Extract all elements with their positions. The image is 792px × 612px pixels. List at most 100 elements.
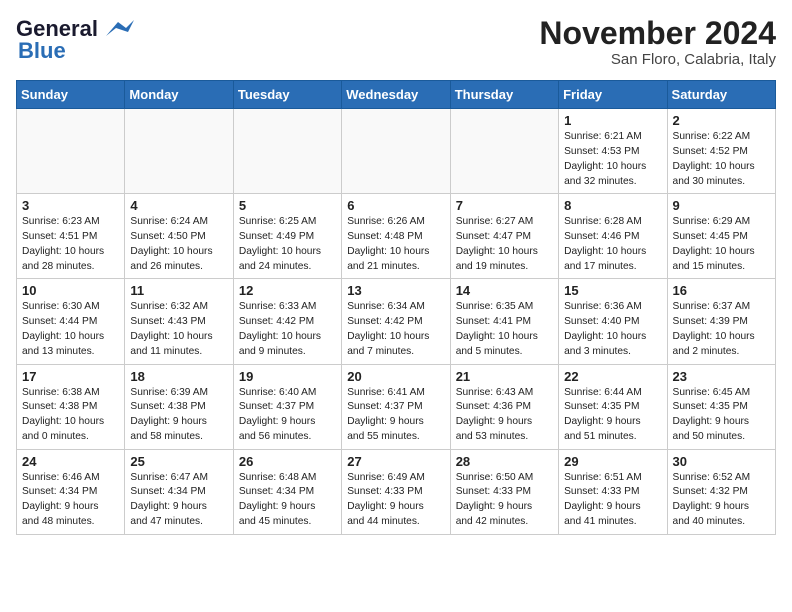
- calendar-cell: 3Sunrise: 6:23 AMSunset: 4:51 PMDaylight…: [17, 194, 125, 279]
- weekday-header-wednesday: Wednesday: [342, 81, 450, 109]
- calendar-cell: 5 Sunrise: 6:25 AMSunset: 4:49 PMDaylight…: [233, 194, 341, 279]
- day-number: 21: [456, 369, 553, 384]
- day-info: Sunrise: 6:45 AMSunset: 4:35 PMDaylight:…: [673, 386, 770, 445]
- day-number: 4: [130, 198, 227, 213]
- day-number: 5: [239, 198, 336, 213]
- day-info: Sunrise: 6:41 AMSunset: 4:37 PMDaylight:…: [347, 386, 444, 445]
- day-info: Sunrise: 6:34 AMSunset: 4:42 PMDaylight:…: [347, 300, 444, 359]
- day-info: Sunrise: 6:51 AMSunset: 4:33 PMDaylight:…: [564, 471, 661, 530]
- weekday-header-friday: Friday: [559, 81, 667, 109]
- calendar-cell: 11 Sunrise: 6:32 AMSunset: 4:43 PMDayligh…: [125, 279, 233, 364]
- header-right: November 2024 San Floro, Calabria, Italy: [539, 16, 776, 68]
- calendar-cell: [450, 109, 558, 194]
- day-number: 8: [564, 198, 661, 213]
- calendar-cell: 17 Sunrise: 6:38 AMSunset: 4:38 PMDayligh…: [17, 364, 125, 449]
- header: General Blue November 2024 San Floro, Ca…: [16, 16, 776, 68]
- weekday-header-monday: Monday: [125, 81, 233, 109]
- day-number: 27: [347, 454, 444, 469]
- calendar-cell: 18 Sunrise: 6:39 AMSunset: 4:38 PMDayligh…: [125, 364, 233, 449]
- day-number: 2: [673, 113, 770, 128]
- calendar-cell: 15 Sunrise: 6:36 AMSunset: 4:40 PMDayligh…: [559, 279, 667, 364]
- calendar-cell: 9 Sunrise: 6:29 AMSunset: 4:45 PMDaylight…: [667, 194, 775, 279]
- calendar-cell: 1 Sunrise: 6:21 AMSunset: 4:53 PMDaylight…: [559, 109, 667, 194]
- calendar-cell: 10 Sunrise: 6:30 AMSunset: 4:44 PMDayligh…: [17, 279, 125, 364]
- day-info: Sunrise: 6:24 AMSunset: 4:50 PMDaylight:…: [130, 215, 227, 274]
- day-number: 28: [456, 454, 553, 469]
- day-number: 1: [564, 113, 661, 128]
- day-number: 11: [130, 283, 227, 298]
- day-info: Sunrise: 6:29 AMSunset: 4:45 PMDaylight:…: [673, 215, 770, 274]
- day-info: Sunrise: 6:33 AMSunset: 4:42 PMDaylight:…: [239, 300, 336, 359]
- day-number: 20: [347, 369, 444, 384]
- calendar-cell: [17, 109, 125, 194]
- calendar-cell: 21 Sunrise: 6:43 AMSunset: 4:36 PMDayligh…: [450, 364, 558, 449]
- day-number: 17: [22, 369, 119, 384]
- day-number: 3: [22, 198, 119, 213]
- day-info: Sunrise: 6:49 AMSunset: 4:33 PMDaylight:…: [347, 471, 444, 530]
- day-number: 18: [130, 369, 227, 384]
- calendar-cell: 13 Sunrise: 6:34 AMSunset: 4:42 PMDayligh…: [342, 279, 450, 364]
- day-number: 30: [673, 454, 770, 469]
- calendar-cell: 2 Sunrise: 6:22 AMSunset: 4:52 PMDaylight…: [667, 109, 775, 194]
- calendar-cell: 4 Sunrise: 6:24 AMSunset: 4:50 PMDaylight…: [125, 194, 233, 279]
- weekday-header-tuesday: Tuesday: [233, 81, 341, 109]
- day-info: Sunrise: 6:30 AMSunset: 4:44 PMDaylight:…: [22, 300, 119, 359]
- calendar-cell: 23 Sunrise: 6:45 AMSunset: 4:35 PMDayligh…: [667, 364, 775, 449]
- calendar-cell: 27 Sunrise: 6:49 AMSunset: 4:33 PMDayligh…: [342, 449, 450, 534]
- calendar-cell: 29Sunrise: 6:51 AMSunset: 4:33 PMDayligh…: [559, 449, 667, 534]
- day-number: 19: [239, 369, 336, 384]
- day-info: Sunrise: 6:28 AMSunset: 4:46 PMDaylight:…: [564, 215, 661, 274]
- day-info: Sunrise: 6:21 AMSunset: 4:53 PMDaylight:…: [564, 130, 661, 189]
- day-number: 7: [456, 198, 553, 213]
- day-number: 24: [22, 454, 119, 469]
- day-info: Sunrise: 6:39 AMSunset: 4:38 PMDaylight:…: [130, 386, 227, 445]
- calendar-cell: 14 Sunrise: 6:35 AMSunset: 4:41 PMDayligh…: [450, 279, 558, 364]
- day-info: Sunrise: 6:26 AMSunset: 4:48 PMDaylight:…: [347, 215, 444, 274]
- calendar-cell: 7 Sunrise: 6:27 AMSunset: 4:47 PMDaylight…: [450, 194, 558, 279]
- day-number: 22: [564, 369, 661, 384]
- day-info: Sunrise: 6:38 AMSunset: 4:38 PMDaylight:…: [22, 386, 119, 445]
- day-info: Sunrise: 6:44 AMSunset: 4:35 PMDaylight:…: [564, 386, 661, 445]
- day-info: Sunrise: 6:32 AMSunset: 4:43 PMDaylight:…: [130, 300, 227, 359]
- calendar-cell: 19 Sunrise: 6:40 AMSunset: 4:37 PMDayligh…: [233, 364, 341, 449]
- day-info: Sunrise: 6:48 AMSunset: 4:34 PMDaylight:…: [239, 471, 336, 530]
- calendar-cell: 22 Sunrise: 6:44 AMSunset: 4:35 PMDayligh…: [559, 364, 667, 449]
- day-number: 14: [456, 283, 553, 298]
- calendar-cell: [125, 109, 233, 194]
- calendar-cell: 30Sunrise: 6:52 AMSunset: 4:32 PMDayligh…: [667, 449, 775, 534]
- logo-blue: Blue: [18, 38, 66, 64]
- day-info: Sunrise: 6:36 AMSunset: 4:40 PMDaylight:…: [564, 300, 661, 359]
- location: San Floro, Calabria, Italy: [539, 51, 776, 68]
- logo: General Blue: [16, 16, 134, 64]
- calendar-cell: [342, 109, 450, 194]
- day-info: Sunrise: 6:25 AMSunset: 4:49 PMDaylight:…: [239, 215, 336, 274]
- day-info: Sunrise: 6:46 AMSunset: 4:34 PMDaylight:…: [22, 471, 119, 530]
- day-number: 23: [673, 369, 770, 384]
- month-title: November 2024: [539, 16, 776, 51]
- calendar-cell: 12Sunrise: 6:33 AMSunset: 4:42 PMDayligh…: [233, 279, 341, 364]
- day-info: Sunrise: 6:47 AMSunset: 4:34 PMDaylight:…: [130, 471, 227, 530]
- day-info: Sunrise: 6:43 AMSunset: 4:36 PMDaylight:…: [456, 386, 553, 445]
- weekday-header-saturday: Saturday: [667, 81, 775, 109]
- calendar-cell: 8 Sunrise: 6:28 AMSunset: 4:46 PMDaylight…: [559, 194, 667, 279]
- day-info: Sunrise: 6:27 AMSunset: 4:47 PMDaylight:…: [456, 215, 553, 274]
- day-number: 26: [239, 454, 336, 469]
- day-info: Sunrise: 6:40 AMSunset: 4:37 PMDaylight:…: [239, 386, 336, 445]
- page: General Blue November 2024 San Floro, Ca…: [0, 0, 792, 551]
- day-info: Sunrise: 6:37 AMSunset: 4:39 PMDaylight:…: [673, 300, 770, 359]
- day-info: Sunrise: 6:22 AMSunset: 4:52 PMDaylight:…: [673, 130, 770, 189]
- day-number: 13: [347, 283, 444, 298]
- day-number: 25: [130, 454, 227, 469]
- calendar-cell: 25 Sunrise: 6:47 AMSunset: 4:34 PMDayligh…: [125, 449, 233, 534]
- calendar-cell: 24 Sunrise: 6:46 AMSunset: 4:34 PMDayligh…: [17, 449, 125, 534]
- day-number: 10: [22, 283, 119, 298]
- day-number: 6: [347, 198, 444, 213]
- calendar-cell: 20 Sunrise: 6:41 AMSunset: 4:37 PMDayligh…: [342, 364, 450, 449]
- weekday-header-thursday: Thursday: [450, 81, 558, 109]
- calendar-cell: 6 Sunrise: 6:26 AMSunset: 4:48 PMDaylight…: [342, 194, 450, 279]
- day-info: Sunrise: 6:35 AMSunset: 4:41 PMDaylight:…: [456, 300, 553, 359]
- calendar-cell: 28Sunrise: 6:50 AMSunset: 4:33 PMDayligh…: [450, 449, 558, 534]
- day-number: 15: [564, 283, 661, 298]
- calendar-cell: 16Sunrise: 6:37 AMSunset: 4:39 PMDayligh…: [667, 279, 775, 364]
- day-number: 9: [673, 198, 770, 213]
